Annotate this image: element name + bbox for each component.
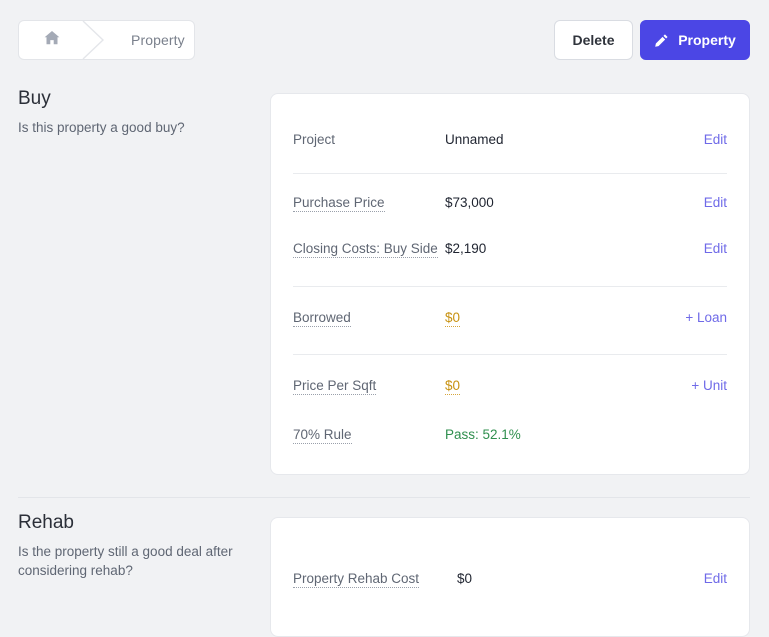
edit-property-button[interactable]: Property <box>640 20 750 60</box>
buy-card: Project Unnamed Edit Purchase Price $73,… <box>270 93 750 475</box>
row-edit-link[interactable]: Edit <box>704 192 727 213</box>
section-buy-heading: Buy Is this property a good buy? <box>18 88 258 137</box>
breadcrumb-current-label: Property <box>131 32 185 48</box>
edit-property-button-label: Property <box>678 32 736 48</box>
row-label: Project <box>293 132 336 147</box>
row-label: Property Rehab Cost <box>293 571 420 588</box>
table-row: Purchase Price $73,000 Edit <box>293 174 727 230</box>
breadcrumb-chevron-icon <box>82 21 105 59</box>
row-value: $73,000 <box>445 195 494 210</box>
rehab-card: Property Rehab Cost $0 Edit <box>270 517 750 637</box>
buy-group-metrics: Price Per Sqft $0 + Unit 70% Rule Pass: … <box>271 355 749 452</box>
row-label: 70% Rule <box>293 427 352 444</box>
row-value: $0 <box>445 378 461 395</box>
buy-group-costs: Purchase Price $73,000 Edit Closing Cost… <box>271 174 749 286</box>
pencil-icon <box>654 33 669 48</box>
row-edit-link[interactable]: Edit <box>704 129 727 150</box>
row-value: $0 <box>445 310 461 327</box>
table-row: Property Rehab Cost $0 Edit <box>293 560 727 596</box>
row-value: $0 <box>457 571 473 586</box>
section-rehab-subtitle: Is the property still a good deal after … <box>18 544 233 578</box>
delete-button-label: Delete <box>572 32 615 48</box>
breadcrumb: Property <box>18 20 195 60</box>
row-value: Pass: 52.1% <box>445 427 521 442</box>
section-rehab-title: Rehab <box>18 512 74 533</box>
section-buy-title: Buy <box>18 88 51 109</box>
table-row: Project Unnamed Edit <box>293 112 727 173</box>
row-edit-link[interactable]: Edit <box>704 568 727 589</box>
delete-button[interactable]: Delete <box>554 20 633 60</box>
row-label: Borrowed <box>293 310 351 327</box>
row-label: Purchase Price <box>293 195 385 212</box>
buy-group-borrowed: Borrowed $0 + Loan <box>271 287 749 354</box>
table-row: Closing Costs: Buy Side $2,190 Edit <box>293 230 727 286</box>
row-label: Price Per Sqft <box>293 378 377 395</box>
section-rehab-heading: Rehab Is the property still a good deal … <box>18 512 258 580</box>
buy-group-project: Project Unnamed Edit <box>271 112 749 173</box>
breadcrumb-home-button[interactable] <box>19 21 85 59</box>
table-row: Borrowed $0 + Loan <box>293 287 727 354</box>
row-edit-link[interactable]: Edit <box>704 238 727 259</box>
section-buy-subtitle: Is this property a good buy? <box>18 120 185 135</box>
table-row: Price Per Sqft $0 + Unit <box>293 355 727 414</box>
rehab-group-cost: Property Rehab Cost $0 Edit <box>271 560 749 596</box>
row-add-loan-link[interactable]: + Loan <box>685 307 727 328</box>
row-add-unit-link[interactable]: + Unit <box>691 375 727 396</box>
table-row: 70% Rule Pass: 52.1% <box>293 414 727 452</box>
section-divider <box>18 497 750 498</box>
home-icon <box>43 29 61 52</box>
row-label: Closing Costs: Buy Side <box>293 241 438 258</box>
top-toolbar: Property Delete Property <box>0 0 769 80</box>
row-value: Unnamed <box>445 132 504 147</box>
row-value: $2,190 <box>445 241 487 256</box>
